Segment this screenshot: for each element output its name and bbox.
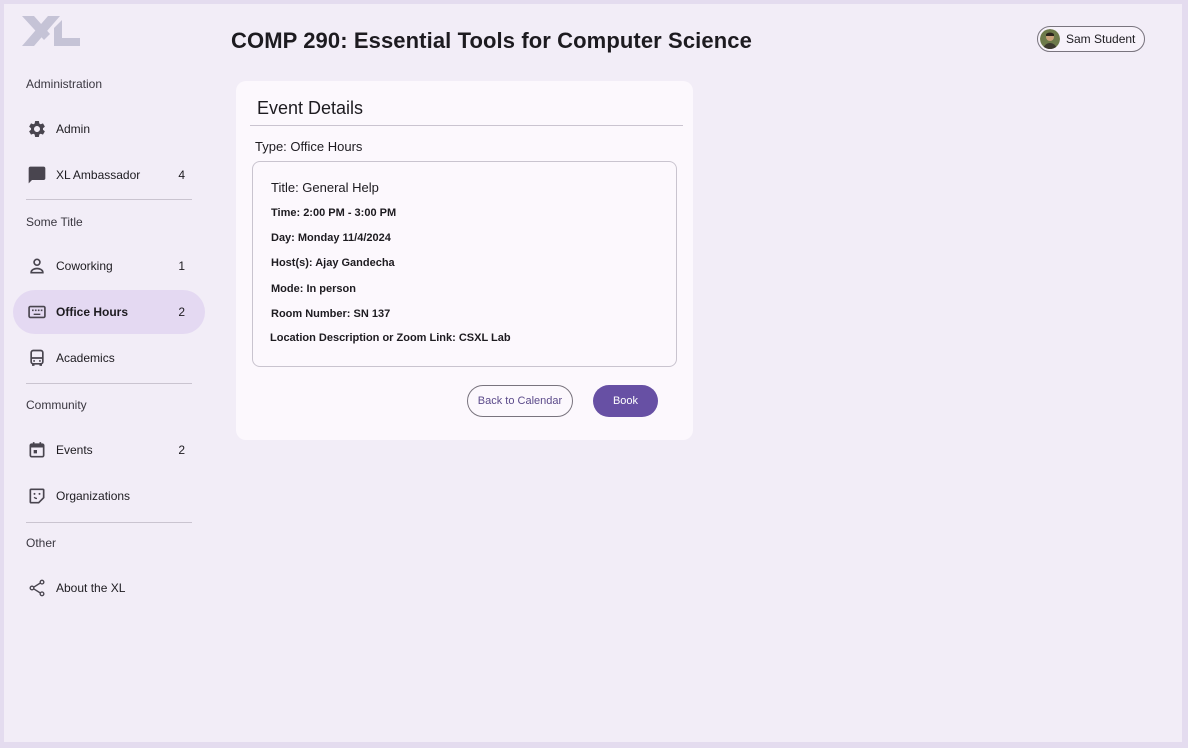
avatar — [1040, 29, 1060, 49]
count-badge: 4 — [178, 168, 185, 182]
sidebar-item-label: Admin — [56, 122, 91, 136]
page-title: COMP 290: Essential Tools for Computer S… — [231, 28, 752, 53]
sidebar-divider — [26, 383, 192, 384]
event-details-card: Event Details Type: Office Hours Title: … — [236, 81, 693, 440]
sidebar: Administration Admin XL Ambassador 4 Som… — [4, 4, 209, 742]
sidebar-item-events[interactable]: Events 2 — [13, 428, 205, 472]
sidebar-item-label: Organizations — [56, 489, 131, 503]
sidebar-item-label: Events — [56, 443, 93, 457]
card-divider — [250, 125, 683, 126]
section-title-administration: Administration — [26, 77, 103, 91]
sidebar-item-academics[interactable]: Academics — [13, 336, 205, 380]
count-badge: 2 — [178, 443, 185, 457]
sidebar-item-coworking[interactable]: Coworking 1 — [13, 244, 205, 288]
sidebar-divider — [26, 522, 192, 523]
share-icon — [27, 578, 47, 598]
event-title: Title: General Help — [271, 180, 379, 195]
sidebar-item-label: XL Ambassador — [56, 168, 141, 182]
card-title: Event Details — [257, 98, 364, 118]
user-name: Sam Student — [1066, 32, 1136, 46]
count-badge: 1 — [178, 259, 185, 273]
event-hosts: Host(s): Ajay Gandecha — [271, 257, 395, 269]
event-mode: Mode: In person — [271, 283, 356, 295]
book-button[interactable]: Book — [593, 385, 658, 417]
count-badge: 2 — [178, 305, 185, 319]
sidebar-item-xl-ambassador[interactable]: XL Ambassador 4 — [13, 153, 205, 197]
chat-icon — [27, 165, 47, 185]
event-info-box: Title: General Help Time: 2:00 PM - 3:00… — [252, 161, 677, 367]
event-day: Day: Monday 11/4/2024 — [271, 232, 391, 244]
user-profile-chip[interactable]: Sam Student — [1037, 26, 1145, 52]
app-frame: Administration Admin XL Ambassador 4 Som… — [4, 4, 1182, 742]
section-title-other: Other — [26, 536, 57, 550]
sidebar-item-label: Coworking — [56, 259, 113, 273]
event-location: Location Description or Zoom Link: CSXL … — [270, 332, 511, 344]
person-icon — [27, 256, 47, 276]
section-title-community: Community — [26, 398, 87, 412]
event-time: Time: 2:00 PM - 3:00 PM — [271, 207, 397, 219]
section-title-some-title: Some Title — [26, 215, 83, 229]
back-to-calendar-button[interactable]: Back to Calendar — [467, 385, 573, 417]
bus-icon — [27, 348, 47, 368]
sidebar-item-label: Office Hours — [56, 305, 129, 319]
sidebar-divider — [26, 199, 192, 200]
sidebar-item-label: Academics — [56, 351, 115, 365]
xl-logo[interactable] — [20, 14, 80, 48]
sidebar-item-organizations[interactable]: Organizations — [13, 474, 205, 518]
sidebar-item-admin[interactable]: Admin — [13, 107, 205, 151]
calendar-icon — [27, 440, 47, 460]
event-room: Room Number: SN 137 — [271, 308, 391, 320]
sidebar-item-about-the-xl[interactable]: About the XL — [13, 566, 205, 610]
event-type: Type: Office Hours — [255, 139, 363, 154]
gear-icon — [27, 119, 47, 139]
keyboard-icon — [27, 302, 47, 322]
sticker-icon — [27, 486, 47, 506]
sidebar-item-label: About the XL — [56, 581, 126, 595]
sidebar-item-office-hours[interactable]: Office Hours 2 — [13, 290, 205, 334]
